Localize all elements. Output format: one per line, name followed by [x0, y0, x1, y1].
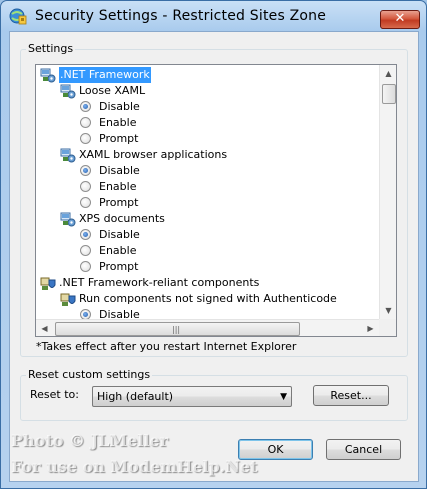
radio-option[interactable]: Enable	[36, 115, 379, 131]
radio-option[interactable]: Enable	[36, 179, 379, 195]
radio-option[interactable]: Prompt	[36, 259, 379, 275]
settings-tree[interactable]: .NET Framework Loose XAML Disable Enable Pro…	[35, 64, 397, 337]
radio-selected-icon[interactable]	[80, 165, 91, 176]
tree-node-label-selected: .NET Framework	[59, 67, 151, 83]
reset-group-label: Reset custom settings	[26, 368, 153, 381]
shield-settings-icon	[40, 275, 56, 291]
radio-option-label: Disable	[99, 100, 140, 113]
shield-settings-icon	[60, 291, 76, 307]
radio-selected-icon[interactable]	[80, 309, 91, 319]
tree-node[interactable]: XPS documents	[36, 211, 379, 227]
tree-node[interactable]: Loose XAML	[36, 83, 379, 99]
tree-node[interactable]: XAML browser applications	[36, 147, 379, 163]
radio-option[interactable]: Prompt	[36, 131, 379, 147]
radio-option-label: Disable	[99, 228, 140, 241]
horizontal-scroll-thumb[interactable]: |||	[55, 322, 300, 336]
radio-option-label: Prompt	[99, 196, 139, 209]
tree-node-label: Run components not signed with Authentic…	[79, 292, 337, 305]
radio-option[interactable]: Enable	[36, 243, 379, 259]
radio-option-label: Enable	[99, 116, 137, 129]
radio-unselected-icon[interactable]	[80, 181, 91, 192]
radio-option[interactable]: Disable	[36, 307, 379, 319]
radio-option[interactable]: Disable	[36, 227, 379, 243]
scroll-up-arrow-icon[interactable]: ▲	[380, 65, 396, 82]
scroll-down-arrow-icon[interactable]: ▼	[380, 302, 396, 319]
radio-option[interactable]: Prompt	[36, 195, 379, 211]
watermark-line-1: Photo © JLMeller	[11, 431, 169, 450]
tree-node-label: XAML browser applications	[79, 148, 228, 161]
watermark-line-2: For use on ModemHelp.Net	[11, 457, 258, 476]
cancel-button[interactable]: Cancel	[326, 439, 401, 460]
settings-category-icon	[60, 211, 76, 227]
scroll-left-arrow-icon[interactable]: ◀	[36, 320, 53, 336]
radio-option-label: Disable	[99, 164, 140, 177]
radio-unselected-icon[interactable]	[80, 117, 91, 128]
radio-unselected-icon[interactable]	[80, 261, 91, 272]
settings-category-icon	[40, 67, 56, 83]
reset-level-dropdown[interactable]: High (default) ▼	[92, 386, 292, 407]
scrollbar-corner	[379, 319, 396, 336]
window-title: Security Settings - Restricted Sites Zon…	[35, 8, 327, 24]
tree-node-label: XPS documents	[79, 212, 165, 225]
reset-to-label: Reset to:	[30, 388, 79, 401]
settings-category-icon	[60, 147, 76, 163]
dialog-window: Security Settings - Restricted Sites Zon…	[0, 0, 427, 489]
radio-option-label: Enable	[99, 244, 137, 257]
restart-footnote: *Takes effect after you restart Internet…	[36, 340, 297, 353]
tree-node[interactable]: Run components not signed with Authentic…	[36, 291, 379, 307]
tree-node[interactable]: .NET Framework	[36, 67, 379, 83]
radio-option-label: Enable	[99, 180, 137, 193]
radio-option-label: Prompt	[99, 260, 139, 273]
reset-button[interactable]: Reset...	[313, 385, 389, 406]
security-settings-icon	[9, 8, 27, 25]
horizontal-scrollbar[interactable]: ◀ ||| ▶	[36, 319, 379, 336]
radio-unselected-icon[interactable]	[80, 133, 91, 144]
close-button[interactable]: ✕	[380, 10, 420, 29]
radio-selected-icon[interactable]	[80, 101, 91, 112]
radio-option[interactable]: Disable	[36, 99, 379, 115]
dialog-body: Settings .NET Framework Loose XAML Disable…	[9, 31, 419, 482]
tree-node-label: Loose XAML	[79, 84, 146, 97]
reset-level-value: High (default)	[97, 390, 174, 403]
settings-category-icon	[60, 83, 76, 99]
tree-node[interactable]: .NET Framework-reliant components	[36, 275, 379, 291]
radio-option-label: Prompt	[99, 132, 139, 145]
vertical-scroll-thumb[interactable]	[382, 84, 396, 104]
settings-tree-list: .NET Framework Loose XAML Disable Enable Pro…	[36, 65, 379, 319]
scroll-right-arrow-icon[interactable]: ▶	[362, 320, 379, 336]
title-bar[interactable]: Security Settings - Restricted Sites Zon…	[1, 1, 426, 31]
chevron-down-icon: ▼	[280, 392, 287, 402]
radio-unselected-icon[interactable]	[80, 245, 91, 256]
radio-option-label: Disable	[99, 308, 140, 319]
radio-selected-icon[interactable]	[80, 229, 91, 240]
scroll-grip-icon: |||	[172, 325, 181, 334]
tree-node-label: .NET Framework-reliant components	[59, 276, 260, 289]
vertical-scrollbar[interactable]: ▲ ▼	[379, 65, 396, 319]
radio-option[interactable]: Disable	[36, 163, 379, 179]
settings-group-label: Settings	[26, 42, 76, 55]
radio-unselected-icon[interactable]	[80, 197, 91, 208]
